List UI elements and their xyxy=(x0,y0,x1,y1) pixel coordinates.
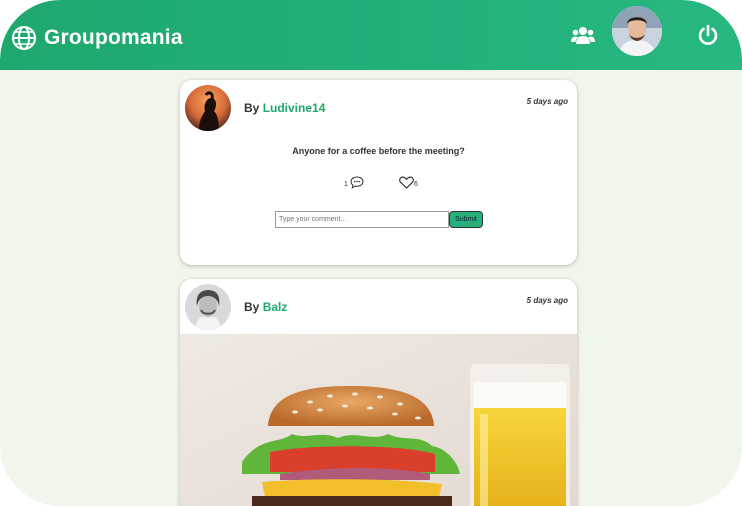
submit-comment-button[interactable]: Submit xyxy=(449,211,483,228)
brand-name: Groupomania xyxy=(44,26,183,49)
post-card: By Ludivine14 5 days ago Anyone for a co… xyxy=(180,80,577,265)
post-image xyxy=(180,334,577,506)
by-label: By xyxy=(244,300,260,314)
author-avatar-image xyxy=(185,284,231,330)
comment-count: 1 xyxy=(344,181,348,188)
brand-logo[interactable]: Groupomania xyxy=(10,24,183,52)
author-avatar[interactable] xyxy=(185,85,231,131)
users-icon[interactable] xyxy=(571,25,595,45)
comment-icon[interactable] xyxy=(350,176,364,189)
power-icon[interactable] xyxy=(697,24,719,46)
app-frame: Groupomania By Ludivine14 5 days ago Any… xyxy=(0,0,742,506)
globe-icon xyxy=(12,26,36,50)
author-avatar-image xyxy=(185,85,231,131)
post-timestamp: 5 days ago xyxy=(526,296,568,305)
like-count: 6 xyxy=(414,181,418,188)
user-avatar-image xyxy=(612,6,662,56)
heart-icon[interactable] xyxy=(399,176,414,189)
author-name-link[interactable]: Ludivine14 xyxy=(263,101,326,115)
author-name-link[interactable]: Balz xyxy=(263,300,288,314)
post-author: By Ludivine14 xyxy=(244,101,325,115)
post-reactions: 1 6 xyxy=(180,176,577,192)
post-content: Anyone for a coffee before the meeting? xyxy=(292,146,465,156)
by-label: By xyxy=(244,101,260,115)
post-card: By Balz 5 days ago xyxy=(180,279,577,506)
top-navbar: Groupomania xyxy=(0,0,742,70)
post-timestamp: 5 days ago xyxy=(526,97,568,106)
user-avatar[interactable] xyxy=(612,6,662,56)
post-author: By Balz xyxy=(244,300,287,314)
author-avatar[interactable] xyxy=(185,284,231,330)
comment-input[interactable] xyxy=(275,211,449,228)
comment-form: Submit xyxy=(275,211,483,229)
